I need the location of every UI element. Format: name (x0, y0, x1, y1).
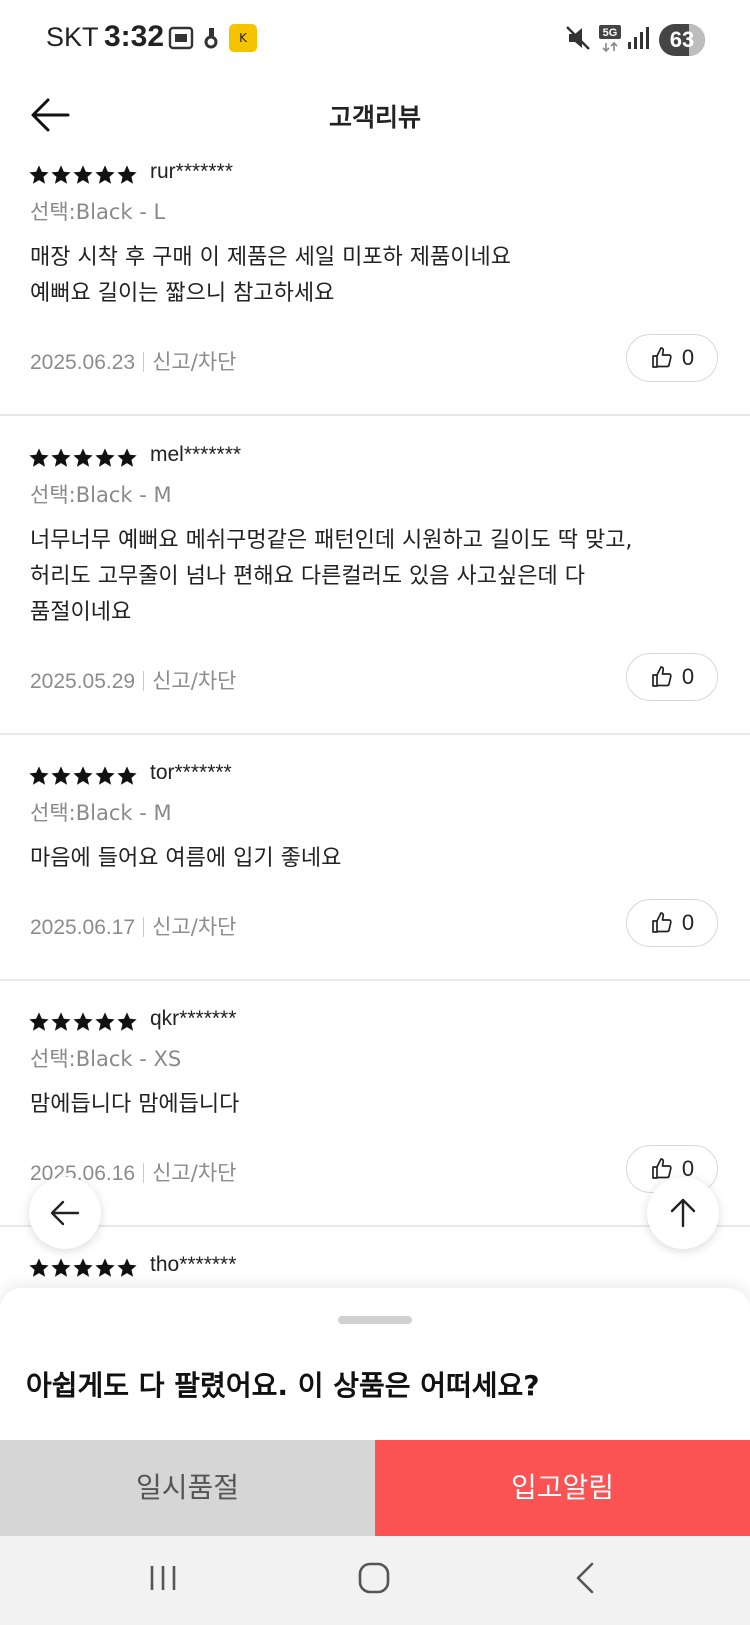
soldout-bottom-sheet: 아쉽게도 다 팔렸어요. 이 상품은 어떠세요? (0, 1288, 750, 1440)
signal-icon (628, 27, 649, 49)
star-icon (117, 766, 137, 785)
star-icon (73, 766, 93, 785)
review-date: 2025.06.23 (30, 351, 136, 374)
star-icon (51, 165, 71, 184)
home-icon[interactable] (356, 1560, 392, 1596)
star-icon (95, 1258, 115, 1277)
like-count: 0 (681, 345, 695, 370)
review-text: 마음에 들어요 여름에 입기 좋네요 (30, 846, 342, 871)
mute-icon (566, 26, 590, 50)
star-icon (29, 448, 49, 467)
like-button[interactable]: 0 (626, 899, 718, 947)
star-icon (51, 1012, 71, 1031)
star-icon (117, 448, 137, 467)
star-rating (28, 765, 138, 789)
reviewer-id: tor******* (150, 761, 232, 784)
review-text: 매장 시착 후 구매 이 제품은 세일 미포하 제품이네요 예뻐요 길이는 짧으… (30, 245, 511, 306)
star-icon (51, 766, 71, 785)
star-icon (95, 165, 115, 184)
recent-apps-icon[interactable] (146, 1560, 180, 1596)
star-icon (117, 1012, 137, 1031)
star-icon (73, 1012, 93, 1031)
carrier-label: SKT (46, 22, 99, 52)
star-icon (29, 165, 49, 184)
app-badge-icon: K (229, 24, 257, 52)
review-date: 2025.06.17 (30, 916, 136, 939)
report-block-link[interactable]: 신고/차단 (152, 350, 236, 374)
divider (143, 671, 145, 691)
divider (143, 1163, 145, 1183)
scroll-top-button[interactable] (647, 1177, 719, 1249)
review-date: 2025.05.29 (30, 670, 136, 693)
report-block-link[interactable]: 신고/차단 (152, 915, 236, 939)
review-item: rur******* 선택:Black - L 매장 시착 후 구매 이 제품은… (0, 160, 750, 416)
page-title: 고객리뷰 (328, 103, 421, 132)
star-icon (117, 165, 137, 184)
star-icon (73, 448, 93, 467)
star-rating (28, 447, 138, 471)
review-meta: 2025.06.17 신고/차단 (30, 911, 236, 941)
divider (143, 352, 145, 372)
star-icon (73, 1258, 93, 1277)
floating-back-button[interactable] (29, 1177, 101, 1249)
soldout-button[interactable]: 일시품절 (0, 1440, 375, 1536)
review-item: mel******* 선택:Black - M 너무너무 예뻐요 메쉬구멍같은 … (0, 443, 750, 735)
review-text: 너무너무 예뻐요 메쉬구멍같은 패턴인데 시원하고 길이도 딱 맞고, 허리도 … (30, 528, 633, 625)
status-bar: SKT 3:32 K 5G 63 (0, 0, 750, 80)
app-header: 고객리뷰 (0, 80, 750, 150)
star-icon (117, 1258, 137, 1277)
star-icon (95, 1012, 115, 1031)
purchase-option: 선택:Black - XS (30, 1047, 182, 1071)
sheet-title: 아쉽게도 다 팔렸어요. 이 상품은 어떠세요? (26, 1369, 540, 1402)
clock: 3:32 (104, 20, 165, 53)
reviewer-id: qkr******* (150, 1007, 237, 1030)
thumbs-up-icon (652, 347, 672, 368)
system-back-icon[interactable] (570, 1560, 600, 1596)
star-icon (29, 1258, 49, 1277)
like-count: 0 (681, 910, 695, 935)
screenshot-icon (168, 26, 194, 50)
star-icon (29, 766, 49, 785)
star-rating (28, 164, 138, 188)
report-block-link[interactable]: 신고/차단 (152, 669, 236, 693)
reviewer-id: tho******* (150, 1253, 237, 1276)
star-icon (95, 448, 115, 467)
star-icon (73, 165, 93, 184)
star-icon (29, 1012, 49, 1031)
thumbs-up-icon (652, 666, 672, 687)
like-button[interactable]: 0 (626, 653, 718, 701)
star-rating (28, 1011, 138, 1035)
thumbs-up-icon (652, 912, 672, 933)
svg-text:5G: 5G (603, 27, 618, 39)
arrow-left-icon (50, 1200, 80, 1226)
reviewer-id: rur******* (150, 160, 233, 183)
star-icon (51, 1258, 71, 1277)
review-item: tor******* 선택:Black - M 마음에 들어요 여름에 입기 좋… (0, 761, 750, 981)
star-rating (28, 1257, 138, 1281)
sheet-drag-handle[interactable] (338, 1316, 412, 1324)
star-icon (51, 448, 71, 467)
purchase-option: 선택:Black - L (30, 200, 166, 224)
purchase-option: 선택:Black - M (30, 801, 172, 825)
divider (143, 917, 145, 937)
review-meta: 2025.06.23 신고/차단 (30, 346, 236, 376)
like-count: 0 (681, 664, 695, 689)
system-nav-bar (0, 1536, 750, 1625)
restock-notify-button[interactable]: 입고알림 (375, 1440, 750, 1536)
svg-text:K: K (239, 31, 248, 45)
purchase-option: 선택:Black - M (30, 483, 172, 507)
notification-icon (204, 28, 218, 49)
review-item: qkr******* 선택:Black - XS 맘에듭니다 맘에듭니다 202… (0, 1007, 750, 1227)
battery-indicator: 63 (659, 24, 705, 56)
review-meta: 2025.05.29 신고/차단 (30, 665, 236, 695)
report-block-link[interactable]: 신고/차단 (152, 1161, 236, 1185)
review-text: 맘에듭니다 맘에듭니다 (30, 1092, 240, 1117)
reviewer-id: mel******* (150, 443, 242, 466)
arrow-up-icon (670, 1198, 696, 1228)
5g-icon: 5G (599, 25, 621, 53)
thumbs-up-icon (652, 1158, 672, 1179)
star-icon (95, 766, 115, 785)
like-button[interactable]: 0 (626, 334, 718, 382)
